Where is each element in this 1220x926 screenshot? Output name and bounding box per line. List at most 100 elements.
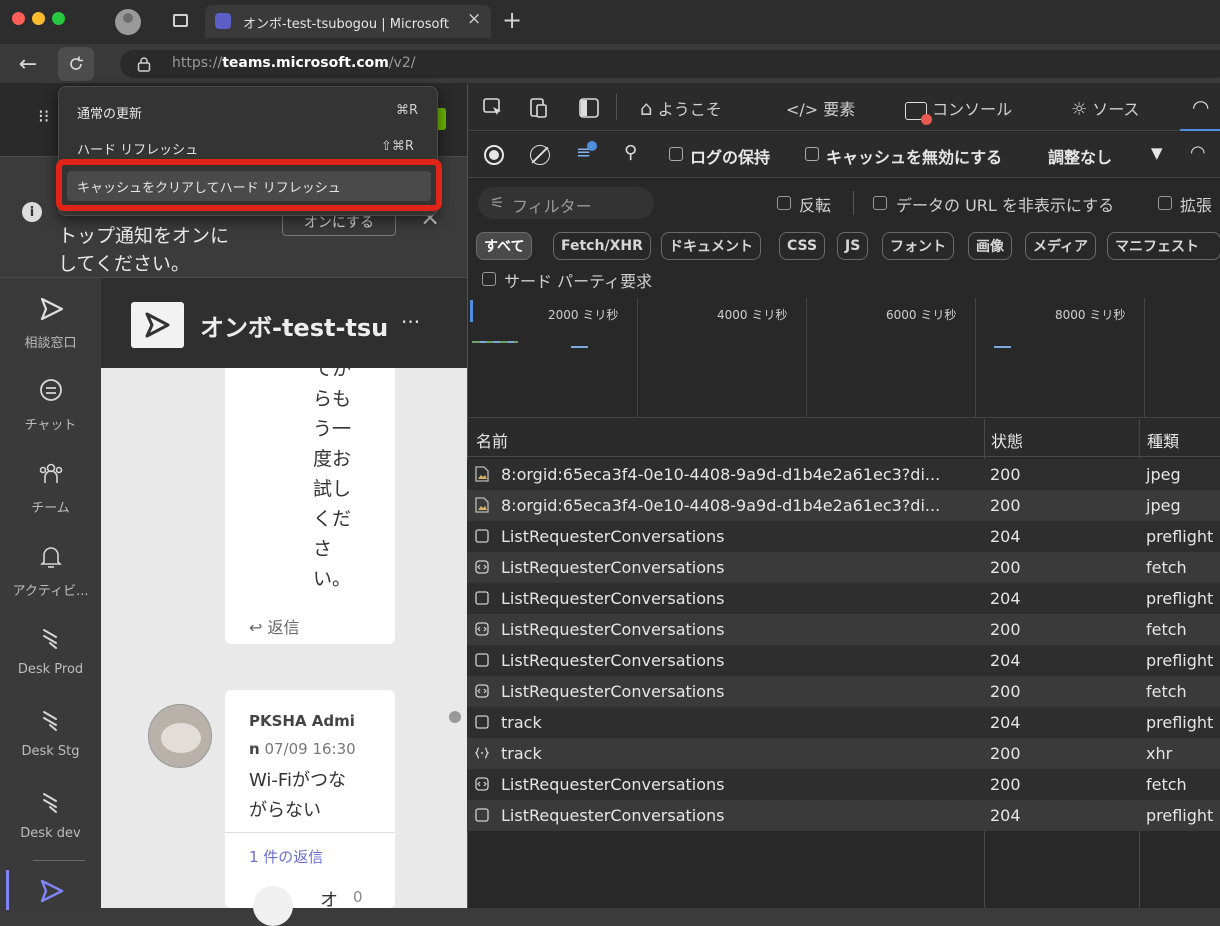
fetch-icon <box>475 621 489 640</box>
chevron-down-icon[interactable]: ▼ <box>1151 144 1163 162</box>
type-filter-all[interactable]: すべて <box>476 232 533 260</box>
app-launcher-icon[interactable]: ⁝⁝ <box>38 106 49 127</box>
cat-photo <box>161 723 201 753</box>
tab-network[interactable]: ◠ <box>1180 86 1220 131</box>
rail-item-desk-stg[interactable]: Desk Stg <box>0 698 101 778</box>
timeline-tick: 2000 ミリ秒 <box>548 308 619 322</box>
message-line: らも <box>313 388 352 410</box>
type-filter-document[interactable]: ドキュメント <box>661 232 761 260</box>
back-arrow-icon[interactable]: ← <box>14 50 42 78</box>
request-name: ListRequesterConversations <box>501 589 725 608</box>
network-toolbar: ≡ ⚲ ログの保持 キャッシュを無効にする 調整なし ▼ ◠ <box>468 132 1220 178</box>
rail-label: Desk Prod <box>17 662 84 677</box>
replies-link[interactable]: 1 件の返信 <box>249 846 323 867</box>
rail-item-desk-prod[interactable]: Desk Prod <box>0 616 101 696</box>
extensions-checkbox[interactable] <box>1158 196 1172 210</box>
message-line: い。 <box>313 568 352 590</box>
menu-item-normal-reload[interactable]: 通常の更新 ⌘R <box>59 97 439 127</box>
reload-button[interactable] <box>58 47 94 81</box>
url-field[interactable]: https://teams.microsoft.com/v2/ <box>120 50 1220 78</box>
table-row[interactable]: ListRequesterConversations 200 fetch <box>467 614 1220 645</box>
timeline-gridline <box>975 298 976 418</box>
new-tab-button[interactable]: + <box>502 6 522 34</box>
rail-item-activity[interactable]: アクティビ... <box>0 534 101 614</box>
table-row[interactable]: ListRequesterConversations 204 preflight <box>467 583 1220 614</box>
type-filter-js[interactable]: JS <box>837 232 869 260</box>
tab-elements[interactable]: </> 要素 <box>786 96 855 120</box>
type-filter-manifest[interactable]: マニフェスト <box>1107 232 1220 260</box>
device-emulation-icon[interactable] <box>528 97 550 119</box>
app-icon <box>43 629 57 649</box>
rail-active-indicator <box>6 870 9 910</box>
type-filter-media[interactable]: メディア <box>1025 232 1097 260</box>
document-icon <box>475 528 489 547</box>
third-party-checkbox[interactable] <box>482 272 496 286</box>
hide-data-urls-checkbox[interactable] <box>873 196 887 210</box>
disable-cache-checkbox[interactable] <box>805 147 819 161</box>
table-row[interactable]: 8:orgid:65eca3f4-0e10-4408-9a9d-d1b4e2a6… <box>467 490 1220 521</box>
type-filter-fetch-xhr[interactable]: Fetch/XHR <box>553 232 651 260</box>
rail-label: Desk Stg <box>21 744 80 759</box>
rail-item-consult[interactable]: 相談窓口 <box>0 286 101 366</box>
tab-sources[interactable]: ☼ ソース <box>1071 96 1139 120</box>
preserve-log-checkbox[interactable] <box>669 147 683 161</box>
table-row[interactable]: ListRequesterConversations 204 preflight <box>467 645 1220 676</box>
column-header-type[interactable]: 種類 <box>1147 428 1179 452</box>
request-name: ListRequesterConversations <box>501 558 725 577</box>
search-icon[interactable]: ⚲ <box>624 142 637 163</box>
table-row[interactable]: track 200 xhr <box>467 738 1220 769</box>
toggle-sidebar-icon[interactable] <box>578 97 600 119</box>
request-type: xhr <box>1146 744 1173 763</box>
rail-item-chat[interactable]: チャット <box>0 368 101 448</box>
document-icon <box>475 807 489 826</box>
notification-text-line1: トップ通知をオンに <box>58 225 230 247</box>
clear-icon[interactable] <box>530 145 550 165</box>
author-avatar[interactable] <box>148 704 212 768</box>
request-type: preflight <box>1146 713 1214 732</box>
throttle-select[interactable]: 調整なし <box>1048 144 1112 168</box>
close-tab-icon[interactable]: × <box>467 9 481 29</box>
wifi-icon: ◠ <box>1192 95 1210 119</box>
type-filter-image[interactable]: 画像 <box>968 232 1012 260</box>
rail-label: Desk dev <box>20 826 81 841</box>
tab-console[interactable]: コンソール <box>905 96 1012 125</box>
request-name: ListRequesterConversations <box>501 682 725 701</box>
filter-input[interactable]: ⚟ フィルター <box>478 187 654 219</box>
browser-tab[interactable]: オンボ-test-tsubogou | Microsoft × <box>205 5 491 38</box>
rail-label: チャット <box>24 418 77 433</box>
rail-divider <box>33 860 85 861</box>
timeline-selection-handle[interactable] <box>470 300 473 322</box>
reply-button[interactable]: ↩ 返信 <box>249 614 300 638</box>
rail-item-teams[interactable]: チーム <box>0 451 101 531</box>
record-button[interactable] <box>484 145 504 165</box>
invert-checkbox[interactable] <box>777 196 791 210</box>
table-row[interactable]: track 204 preflight <box>467 707 1220 738</box>
tab-actions-icon[interactable] <box>173 14 188 27</box>
network-settings-icon[interactable]: ◠ <box>1190 142 1206 163</box>
table-row[interactable]: ListRequesterConversations 200 fetch <box>467 552 1220 583</box>
column-header-name[interactable]: 名前 <box>476 428 508 452</box>
table-row[interactable]: 8:orgid:65eca3f4-0e10-4408-9a9d-d1b4e2a6… <box>467 459 1220 490</box>
more-options-button[interactable]: ··· <box>401 310 420 334</box>
tab-welcome[interactable]: ⌂ ようこそ <box>640 96 722 120</box>
minimize-window-button[interactable] <box>32 12 45 25</box>
timeline-gridline <box>1144 298 1145 418</box>
table-row[interactable]: ListRequesterConversations 204 preflight <box>467 800 1220 831</box>
close-window-button[interactable] <box>12 12 25 25</box>
table-row[interactable]: ListRequesterConversations 200 fetch <box>467 676 1220 707</box>
maximize-window-button[interactable] <box>52 12 65 25</box>
profile-avatar[interactable] <box>115 9 141 35</box>
type-filter-font[interactable]: フォント <box>882 232 954 260</box>
table-row[interactable]: ListRequesterConversations 204 preflight <box>467 521 1220 552</box>
menu-item-clear-cache-hard-reload[interactable]: キャッシュをクリアしてハード リフレッシュ <box>67 171 431 201</box>
rail-item-desk-dev[interactable]: Desk dev <box>0 780 101 860</box>
type-filter-css[interactable]: CSS <box>779 232 826 260</box>
send-icon <box>145 312 170 338</box>
message-text-line1: Wi-Fiがつな <box>249 770 346 791</box>
fetch-icon <box>475 776 489 795</box>
inspect-element-icon[interactable] <box>482 97 504 119</box>
request-name: ListRequesterConversations <box>501 775 725 794</box>
send-icon[interactable] <box>36 876 66 906</box>
column-header-status[interactable]: 状態 <box>991 428 1023 452</box>
table-row[interactable]: ListRequesterConversations 200 fetch <box>467 769 1220 800</box>
